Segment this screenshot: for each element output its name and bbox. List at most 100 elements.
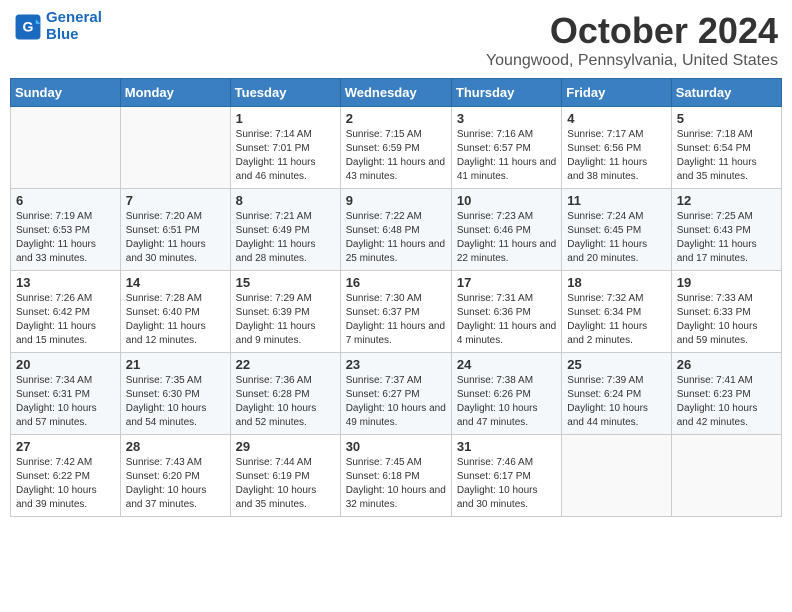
calendar-cell: 4 Sunrise: 7:17 AMSunset: 6:56 PMDaylight… <box>562 107 671 189</box>
calendar-cell: 28 Sunrise: 7:43 AMSunset: 6:20 PMDayligh… <box>120 435 230 517</box>
day-info: Sunrise: 7:37 AMSunset: 6:27 PMDaylight:… <box>346 374 446 430</box>
calendar-cell: 24 Sunrise: 7:38 AMSunset: 6:26 PMDayligh… <box>451 353 561 435</box>
day-number: 19 <box>677 275 776 290</box>
day-info: Sunrise: 7:43 AMSunset: 6:20 PMDaylight:… <box>126 456 225 512</box>
calendar-cell: 11Sunrise: 7:24 AMSunset: 6:45 PMDayligh… <box>562 189 671 271</box>
weekday-header-wednesday: Wednesday <box>340 79 451 107</box>
calendar-cell <box>671 435 781 517</box>
day-number: 11 <box>567 193 665 208</box>
calendar-week-row: 1Sunrise: 7:14 AMSunset: 7:01 PMDaylight… <box>11 107 782 189</box>
day-info: Sunrise: 7:35 AMSunset: 6:30 PMDaylight:… <box>126 374 225 430</box>
calendar-cell: 30 Sunrise: 7:45 AMSunset: 6:18 PMDayligh… <box>340 435 451 517</box>
day-number: 13 <box>16 275 115 290</box>
calendar-cell: 19 Sunrise: 7:33 AMSunset: 6:33 PMDayligh… <box>671 271 781 353</box>
day-number: 30 <box>346 439 446 454</box>
day-number: 12 <box>677 193 776 208</box>
day-number: 28 <box>126 439 225 454</box>
day-number: 6 <box>16 193 115 208</box>
calendar-week-row: 27Sunrise: 7:42 AMSunset: 6:22 PMDayligh… <box>11 435 782 517</box>
day-info: Sunrise: 7:45 AMSunset: 6:18 PMDaylight:… <box>346 456 446 512</box>
day-info: Sunrise: 7:17 AMSunset: 6:56 PMDaylight:… <box>567 128 665 184</box>
day-info: Sunrise: 7:32 AMSunset: 6:34 PMDaylight:… <box>567 292 665 348</box>
weekday-header-saturday: Saturday <box>671 79 781 107</box>
day-number: 9 <box>346 193 446 208</box>
day-number: 1 <box>236 111 335 126</box>
day-info: Sunrise: 7:38 AMSunset: 6:26 PMDaylight:… <box>457 374 556 430</box>
calendar-cell: 26 Sunrise: 7:41 AMSunset: 6:23 PMDayligh… <box>671 353 781 435</box>
calendar-cell: 15 Sunrise: 7:29 AMSunset: 6:39 PMDayligh… <box>230 271 340 353</box>
day-number: 21 <box>126 357 225 372</box>
day-info: Sunrise: 7:44 AMSunset: 6:19 PMDaylight:… <box>236 456 335 512</box>
calendar-cell: 9 Sunrise: 7:22 AMSunset: 6:48 PMDaylight… <box>340 189 451 271</box>
day-number: 29 <box>236 439 335 454</box>
month-title: October 2024 <box>486 10 778 52</box>
page-header: G General Blue October 2024 Youngwood, P… <box>10 10 782 70</box>
calendar-cell: 21 Sunrise: 7:35 AMSunset: 6:30 PMDayligh… <box>120 353 230 435</box>
day-number: 23 <box>346 357 446 372</box>
day-info: Sunrise: 7:23 AMSunset: 6:46 PMDaylight:… <box>457 210 556 266</box>
day-info: Sunrise: 7:16 AMSunset: 6:57 PMDaylight:… <box>457 128 556 184</box>
day-number: 24 <box>457 357 556 372</box>
day-info: Sunrise: 7:34 AMSunset: 6:31 PMDaylight:… <box>16 374 115 430</box>
day-number: 22 <box>236 357 335 372</box>
day-info: Sunrise: 7:25 AMSunset: 6:43 PMDaylight:… <box>677 210 776 266</box>
calendar-cell: 12 Sunrise: 7:25 AMSunset: 6:43 PMDayligh… <box>671 189 781 271</box>
calendar-cell: 5Sunrise: 7:18 AMSunset: 6:54 PMDaylight… <box>671 107 781 189</box>
logo-text: General Blue <box>46 10 102 43</box>
day-info: Sunrise: 7:36 AMSunset: 6:28 PMDaylight:… <box>236 374 335 430</box>
calendar-cell: 6 Sunrise: 7:19 AMSunset: 6:53 PMDaylight… <box>11 189 121 271</box>
calendar-cell: 8Sunrise: 7:21 AMSunset: 6:49 PMDaylight… <box>230 189 340 271</box>
day-info: Sunrise: 7:42 AMSunset: 6:22 PMDaylight:… <box>16 456 115 512</box>
calendar-cell: 18 Sunrise: 7:32 AMSunset: 6:34 PMDayligh… <box>562 271 671 353</box>
calendar-cell: 10 Sunrise: 7:23 AMSunset: 6:46 PMDayligh… <box>451 189 561 271</box>
weekday-header-thursday: Thursday <box>451 79 561 107</box>
calendar-cell: 31 Sunrise: 7:46 AMSunset: 6:17 PMDayligh… <box>451 435 561 517</box>
calendar-week-row: 13 Sunrise: 7:26 AMSunset: 6:42 PMDayligh… <box>11 271 782 353</box>
calendar-cell: 23 Sunrise: 7:37 AMSunset: 6:27 PMDayligh… <box>340 353 451 435</box>
weekday-header-tuesday: Tuesday <box>230 79 340 107</box>
calendar-week-row: 6 Sunrise: 7:19 AMSunset: 6:53 PMDaylight… <box>11 189 782 271</box>
logo: G General Blue <box>14 10 102 43</box>
calendar-cell: 7 Sunrise: 7:20 AMSunset: 6:51 PMDaylight… <box>120 189 230 271</box>
day-number: 25 <box>567 357 665 372</box>
day-info: Sunrise: 7:30 AMSunset: 6:37 PMDaylight:… <box>346 292 446 348</box>
day-number: 17 <box>457 275 556 290</box>
day-info: Sunrise: 7:19 AMSunset: 6:53 PMDaylight:… <box>16 210 115 266</box>
weekday-header-sunday: Sunday <box>11 79 121 107</box>
calendar-cell: 2Sunrise: 7:15 AMSunset: 6:59 PMDaylight… <box>340 107 451 189</box>
day-number: 20 <box>16 357 115 372</box>
day-info: Sunrise: 7:18 AMSunset: 6:54 PMDaylight:… <box>677 128 776 184</box>
calendar-cell: 22 Sunrise: 7:36 AMSunset: 6:28 PMDayligh… <box>230 353 340 435</box>
day-number: 7 <box>126 193 225 208</box>
title-section: October 2024 Youngwood, Pennsylvania, Un… <box>486 10 778 70</box>
day-info: Sunrise: 7:33 AMSunset: 6:33 PMDaylight:… <box>677 292 776 348</box>
day-info: Sunrise: 7:41 AMSunset: 6:23 PMDaylight:… <box>677 374 776 430</box>
day-number: 31 <box>457 439 556 454</box>
calendar-cell <box>562 435 671 517</box>
day-info: Sunrise: 7:22 AMSunset: 6:48 PMDaylight:… <box>346 210 446 266</box>
day-info: Sunrise: 7:39 AMSunset: 6:24 PMDaylight:… <box>567 374 665 430</box>
day-info: Sunrise: 7:29 AMSunset: 6:39 PMDaylight:… <box>236 292 335 348</box>
calendar-cell: 20 Sunrise: 7:34 AMSunset: 6:31 PMDayligh… <box>11 353 121 435</box>
day-info: Sunrise: 7:20 AMSunset: 6:51 PMDaylight:… <box>126 210 225 266</box>
logo-icon: G <box>14 13 42 41</box>
day-info: Sunrise: 7:46 AMSunset: 6:17 PMDaylight:… <box>457 456 556 512</box>
calendar-cell: 25 Sunrise: 7:39 AMSunset: 6:24 PMDayligh… <box>562 353 671 435</box>
day-info: Sunrise: 7:26 AMSunset: 6:42 PMDaylight:… <box>16 292 115 348</box>
calendar-cell <box>11 107 121 189</box>
day-number: 4 <box>567 111 665 126</box>
calendar-cell: 1Sunrise: 7:14 AMSunset: 7:01 PMDaylight… <box>230 107 340 189</box>
day-number: 10 <box>457 193 556 208</box>
svg-text:G: G <box>23 18 34 34</box>
calendar-cell: 27Sunrise: 7:42 AMSunset: 6:22 PMDayligh… <box>11 435 121 517</box>
calendar-cell <box>120 107 230 189</box>
calendar-cell: 29 Sunrise: 7:44 AMSunset: 6:19 PMDayligh… <box>230 435 340 517</box>
day-number: 18 <box>567 275 665 290</box>
day-number: 26 <box>677 357 776 372</box>
day-info: Sunrise: 7:28 AMSunset: 6:40 PMDaylight:… <box>126 292 225 348</box>
weekday-header-row: SundayMondayTuesdayWednesdayThursdayFrid… <box>11 79 782 107</box>
day-number: 3 <box>457 111 556 126</box>
weekday-header-friday: Friday <box>562 79 671 107</box>
day-number: 15 <box>236 275 335 290</box>
day-info: Sunrise: 7:31 AMSunset: 6:36 PMDaylight:… <box>457 292 556 348</box>
